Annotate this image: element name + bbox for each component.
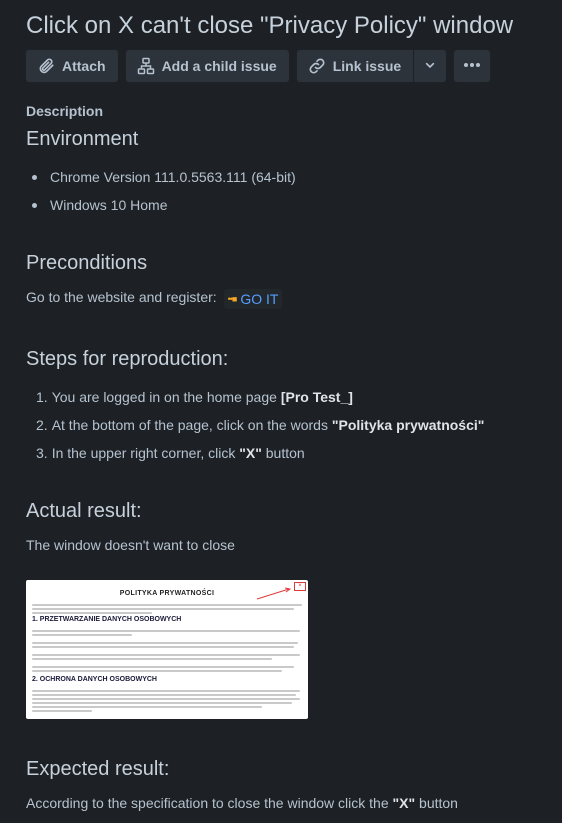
link-issue-dropdown-button[interactable]: [414, 50, 447, 82]
screenshot-section-2: 2. OCHRONA DANYCH OSOBOWYCH: [32, 676, 157, 683]
add-child-issue-button[interactable]: Add a child issue: [125, 50, 289, 82]
list-item: 3. In the upper right corner, click "X" b…: [36, 445, 305, 461]
favicon-icon: ••■: [227, 294, 238, 304]
preconditions-text: Go to the website and register: ••■ GO IT: [26, 287, 283, 309]
expected-result-heading: Expected result:: [26, 758, 170, 780]
preconditions-heading: Preconditions: [26, 252, 148, 274]
more-actions-button[interactable]: [454, 50, 491, 82]
chevron-down-icon: [422, 57, 438, 76]
environment-heading: Environment: [26, 128, 139, 150]
issue-toolbar: Attach Add a child issue Link issue: [26, 50, 491, 82]
actual-result-heading: Actual result:: [26, 500, 142, 522]
screenshot-section-1: 1. PRZETWARZANIE DANYCH OSOBOWYCH: [32, 616, 182, 623]
expected-result-text: According to the specification to close …: [26, 795, 458, 811]
red-arrow-icon: [256, 587, 292, 600]
issue-title[interactable]: Click on X can't close "Privacy Policy" …: [26, 10, 513, 42]
link-issue-label: Link issue: [332, 58, 402, 74]
more-icon: [462, 57, 482, 76]
list-item: Windows 10 Home: [32, 191, 296, 219]
description-label: Description: [26, 103, 104, 119]
link-issue-button[interactable]: Link issue: [296, 50, 414, 82]
attach-label: Attach: [62, 58, 106, 74]
list-item: Chrome Version 111.0.5563.111 (64-bit): [32, 163, 296, 191]
add-child-issue-label: Add a child issue: [161, 58, 277, 74]
link-icon: [307, 56, 327, 76]
environment-list: Chrome Version 111.0.5563.111 (64-bit) W…: [32, 163, 296, 219]
go-it-link[interactable]: ••■ GO IT: [223, 289, 283, 309]
link-issue-group: Link issue: [296, 50, 447, 82]
steps-heading: Steps for reproduction:: [26, 348, 229, 370]
actual-result-text: The window doesn't want to close: [26, 537, 235, 553]
list-item: 1. You are logged in on the home page [Pr…: [36, 389, 353, 405]
steps-list: 1. You are logged in on the home page [Pr…: [36, 383, 484, 467]
screenshot-close-icon: ×: [294, 582, 306, 591]
hierarchy-icon: [136, 56, 156, 76]
screenshot-attachment[interactable]: POLITYKA PRYWATNOŚCI × 1. PRZETWARZANIE …: [26, 580, 308, 719]
attach-button[interactable]: Attach: [26, 50, 118, 82]
list-item: 2. At the bottom of the page, click on th…: [36, 417, 485, 433]
paperclip-icon: [36, 56, 56, 76]
